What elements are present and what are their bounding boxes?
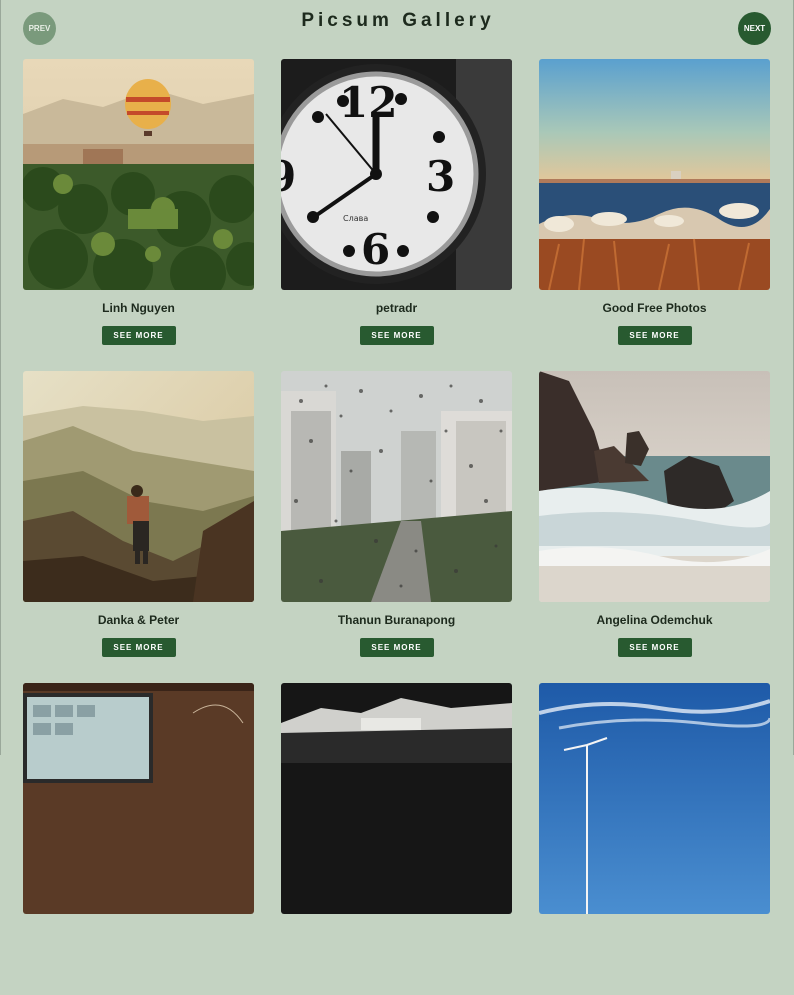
see-more-button[interactable]: SEE MORE	[101, 326, 176, 345]
svg-text:12: 12	[339, 78, 397, 127]
gallery-photo[interactable]	[281, 683, 512, 914]
next-button[interactable]: NEXT	[738, 12, 771, 45]
gallery-card: Thanun Buranapong SEE MORE	[281, 371, 512, 683]
gallery-grid: Linh Nguyen SEE MORE 12 3 6 9 Слава petr…	[23, 59, 770, 995]
author-name: Danka & Peter	[97, 613, 180, 627]
see-more-button[interactable]: SEE MORE	[101, 638, 176, 657]
gallery-photo[interactable]	[539, 59, 770, 290]
gallery-photo[interactable]	[23, 683, 254, 914]
gallery-card: Angelina Odemchuk SEE MORE	[539, 371, 770, 683]
page-title: Picsum Gallery	[301, 10, 495, 31]
see-more-button[interactable]: SEE MORE	[617, 638, 692, 657]
svg-text:3: 3	[426, 152, 455, 201]
gallery-photo[interactable]	[281, 371, 512, 602]
svg-text:6: 6	[361, 225, 390, 274]
gallery-photo[interactable]	[539, 371, 770, 602]
author-name: Thanun Buranapong	[337, 613, 456, 627]
author-name: Angelina Odemchuk	[596, 613, 713, 627]
svg-text:Слава: Слава	[343, 214, 368, 223]
see-more-button[interactable]: SEE MORE	[617, 326, 692, 345]
gallery-card: Linh Nguyen SEE MORE	[23, 59, 254, 371]
see-more-button[interactable]: SEE MORE	[359, 638, 434, 657]
gallery-card: Danka & Peter SEE MORE	[23, 371, 254, 683]
gallery-photo[interactable]: 12 3 6 9 Слава	[281, 59, 512, 290]
gallery-card	[539, 683, 770, 995]
svg-text:9: 9	[281, 152, 296, 201]
gallery-card	[281, 683, 512, 995]
see-more-button[interactable]: SEE MORE	[359, 326, 434, 345]
author-name: Good Free Photos	[602, 301, 707, 315]
gallery-card	[23, 683, 254, 995]
gallery-photo[interactable]	[539, 683, 770, 914]
gallery-card: Good Free Photos SEE MORE	[539, 59, 770, 371]
author-name: Linh Nguyen	[102, 301, 175, 315]
gallery-card: 12 3 6 9 Слава petradr SEE MORE	[281, 59, 512, 371]
gallery-photo[interactable]	[23, 59, 254, 290]
gallery-photo[interactable]	[23, 371, 254, 602]
author-name: petradr	[375, 301, 418, 315]
